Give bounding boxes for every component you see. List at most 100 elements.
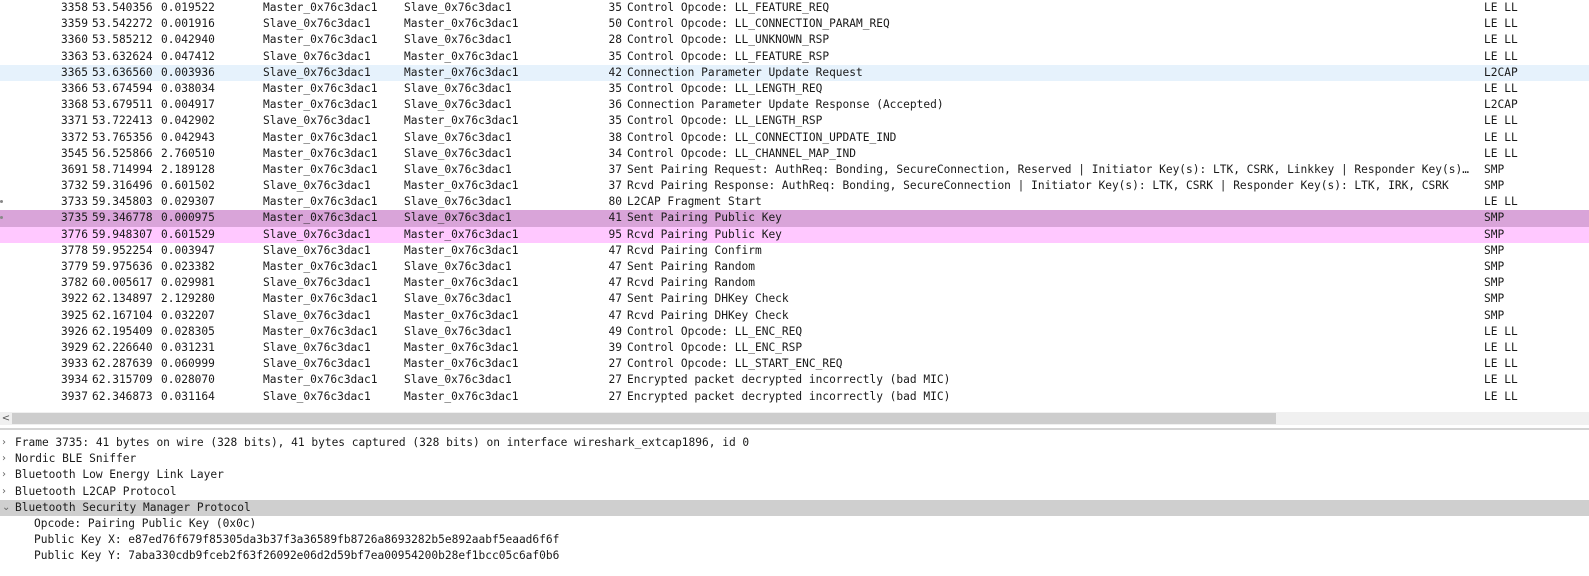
collapsed-chevron-icon[interactable]: ›	[2, 451, 14, 467]
packet-protocol: LE LL	[1484, 195, 1518, 209]
detail-text: Public Key X: e87ed76f679f85305da3b37f3a…	[34, 533, 560, 547]
packet-row[interactable]: 3933 62.287639 0.060999 Slave_0x76c3dac1 Mas…	[0, 356, 1589, 372]
packet-time: 56.525866	[92, 146, 153, 160]
packet-row[interactable]: 3735 59.346778 0.000975 Master_0x76c3dac1 Sl…	[0, 210, 1589, 227]
packet-time: 53.679511	[92, 98, 153, 112]
packet-protocol: SMP	[1484, 292, 1505, 306]
packet-delta-time: 0.019522	[161, 1, 215, 14]
packet-protocol: SMP	[1484, 211, 1505, 225]
packet-length: 47	[608, 243, 622, 257]
packet-row[interactable]: 3922 62.134897 2.129280 Master_0x76c3dac1 Sl…	[0, 291, 1589, 307]
horizontal-scrollbar[interactable]: <	[0, 412, 1589, 425]
packet-length: 37	[608, 162, 622, 176]
pane-divider[interactable]	[0, 428, 1589, 430]
packet-row[interactable]: 3733 59.345803 0.029307 Master_0x76c3dac1 Sl…	[0, 194, 1589, 210]
packet-source: Master_0x76c3dac1	[263, 1, 378, 14]
packet-row[interactable]: 3934 62.315709 0.028070 Master_0x76c3dac1 Sl…	[0, 372, 1589, 388]
packet-row[interactable]: 3358 53.540356 0.019522 Master_0x76c3dac1 Sl…	[0, 0, 1589, 16]
packet-delta-time: 0.047412	[161, 49, 215, 63]
packet-info: Rcvd Pairing Response: AuthReq: Bonding,…	[627, 179, 1449, 193]
packet-row[interactable]: 3359 53.542272 0.001916 Slave_0x76c3dac1 Mas…	[0, 16, 1589, 32]
packet-source: Master_0x76c3dac1	[263, 98, 378, 112]
packet-row[interactable]: 3363 53.632624 0.047412 Slave_0x76c3dac1 Mas…	[0, 49, 1589, 65]
detail-field[interactable]: Opcode: Pairing Public Key (0x0c)	[0, 516, 1589, 532]
packet-destination: Slave_0x76c3dac1	[404, 146, 512, 160]
packet-destination: Master_0x76c3dac1	[404, 179, 519, 193]
packet-protocol: SMP	[1484, 162, 1505, 176]
packet-protocol: LE LL	[1484, 389, 1518, 403]
packet-row[interactable]: 3778 59.952254 0.003947 Slave_0x76c3dac1 Mas…	[0, 243, 1589, 259]
packet-time: 53.542272	[92, 17, 153, 31]
expanded-chevron-icon[interactable]: ⌄	[2, 500, 14, 516]
packet-length: 35	[608, 81, 622, 95]
packet-time: 62.346873	[92, 389, 153, 403]
packet-row[interactable]: 3776 59.948307 0.601529 Slave_0x76c3dac1 Mas…	[0, 226, 1589, 243]
packet-time: 53.636560	[92, 65, 153, 79]
packet-row[interactable]: 3779 59.975636 0.023382 Master_0x76c3dac1 Sl…	[0, 259, 1589, 275]
packet-length: 27	[608, 357, 622, 371]
packet-row[interactable]: 3937 62.346873 0.031164 Slave_0x76c3dac1 Mas…	[0, 389, 1589, 405]
packet-row[interactable]: 3732 59.316496 0.601502 Slave_0x76c3dac1 Mas…	[0, 178, 1589, 194]
packet-row[interactable]: 3926 62.195409 0.028305 Master_0x76c3dac1 Sl…	[0, 324, 1589, 340]
packet-time: 59.948307	[92, 227, 153, 241]
packet-destination: Master_0x76c3dac1	[404, 49, 519, 63]
packet-row[interactable]: 3545 56.525866 2.760510 Master_0x76c3dac1 Sl…	[0, 146, 1589, 162]
packet-protocol: SMP	[1484, 260, 1505, 273]
packet-time: 58.714994	[92, 162, 153, 176]
packet-info: Rcvd Pairing DHKey Check	[627, 308, 789, 322]
packet-number: 3778	[61, 243, 88, 257]
packet-details-tree[interactable]: › Frame 3735: 41 bytes on wire (328 bits)…	[0, 435, 1589, 565]
packet-length: 35	[608, 49, 622, 63]
packet-time: 62.167104	[92, 308, 153, 322]
packet-source: Slave_0x76c3dac1	[263, 276, 371, 290]
packet-protocol: LE LL	[1484, 146, 1518, 160]
packet-info: Connection Parameter Update Response (Ac…	[627, 98, 944, 112]
packet-row[interactable]: 3929 62.226640 0.031231 Slave_0x76c3dac1 Mas…	[0, 340, 1589, 356]
collapsed-chevron-icon[interactable]: ›	[2, 467, 14, 483]
detail-tree-node[interactable]: › Nordic BLE Sniffer	[0, 451, 1589, 467]
scroll-left-arrow-icon[interactable]: <	[0, 412, 12, 425]
packet-row[interactable]: 3925 62.167104 0.032207 Slave_0x76c3dac1 Mas…	[0, 308, 1589, 324]
packet-protocol: SMP	[1484, 243, 1505, 257]
packet-destination: Slave_0x76c3dac1	[404, 98, 512, 112]
detail-tree-node[interactable]: ⌄ Bluetooth Security Manager Protocol	[0, 499, 1589, 516]
packet-info: Rcvd Pairing Random	[627, 276, 755, 290]
packet-list[interactable]: 3358 53.540356 0.019522 Master_0x76c3dac1 Sl…	[0, 0, 1589, 410]
detail-field[interactable]: Public Key X: e87ed76f679f85305da3b37f3a…	[0, 532, 1589, 548]
detail-tree-node[interactable]: › Bluetooth L2CAP Protocol	[0, 484, 1589, 500]
packet-protocol: LE LL	[1484, 81, 1518, 95]
packet-source: Slave_0x76c3dac1	[263, 179, 371, 193]
scrollbar-thumb[interactable]	[12, 413, 1276, 424]
detail-text: Opcode: Pairing Public Key (0x0c)	[34, 516, 257, 530]
packet-row[interactable]: 3691 58.714994 2.189128 Master_0x76c3dac1 Sl…	[0, 162, 1589, 178]
packet-number: 3929	[61, 340, 88, 354]
packet-time: 53.540356	[92, 1, 153, 14]
collapsed-chevron-icon[interactable]: ›	[2, 435, 14, 451]
packet-time: 59.975636	[92, 260, 153, 273]
packet-info: Encrypted packet decrypted incorrectly (…	[627, 389, 951, 403]
packet-delta-time: 0.601502	[161, 179, 215, 193]
packet-source: Slave_0x76c3dac1	[263, 308, 371, 322]
packet-row[interactable]: 3371 53.722413 0.042902 Slave_0x76c3dac1 Mas…	[0, 113, 1589, 129]
packet-protocol: LE LL	[1484, 130, 1518, 144]
packet-source: Master_0x76c3dac1	[263, 373, 378, 387]
packet-row[interactable]: 3368 53.679511 0.004917 Master_0x76c3dac1 Sl…	[0, 97, 1589, 113]
packet-length: 41	[608, 211, 622, 225]
packet-info: Control Opcode: LL_CONNECTION_UPDATE_IND	[627, 130, 897, 144]
packet-row[interactable]: 3360 53.585212 0.042940 Master_0x76c3dac1 Sl…	[0, 32, 1589, 48]
packet-row[interactable]: 3372 53.765356 0.042943 Master_0x76c3dac1 Sl…	[0, 130, 1589, 146]
packet-info: Sent Pairing Random	[627, 260, 755, 273]
detail-tree-node[interactable]: › Bluetooth Low Energy Link Layer	[0, 467, 1589, 483]
packet-row[interactable]: 3782 60.005617 0.029981 Slave_0x76c3dac1 Mas…	[0, 275, 1589, 291]
packet-delta-time: 0.038034	[161, 81, 215, 95]
packet-destination: Slave_0x76c3dac1	[404, 33, 512, 47]
packet-number: 3691	[61, 162, 88, 176]
detail-tree-node[interactable]: › Frame 3735: 41 bytes on wire (328 bits)…	[0, 435, 1589, 451]
detail-field[interactable]: Public Key Y: 7aba330cdb9fceb2f63f26092e…	[0, 548, 1589, 564]
related-packet-marker-icon	[0, 216, 3, 220]
collapsed-chevron-icon[interactable]: ›	[2, 484, 14, 500]
packet-number: 3776	[61, 227, 88, 241]
packet-row[interactable]: 3365 53.636560 0.003936 Slave_0x76c3dac1 Mas…	[0, 64, 1589, 81]
packet-row[interactable]: 3366 53.674594 0.038034 Master_0x76c3dac1 Sl…	[0, 81, 1589, 97]
packet-length: 28	[608, 33, 622, 47]
